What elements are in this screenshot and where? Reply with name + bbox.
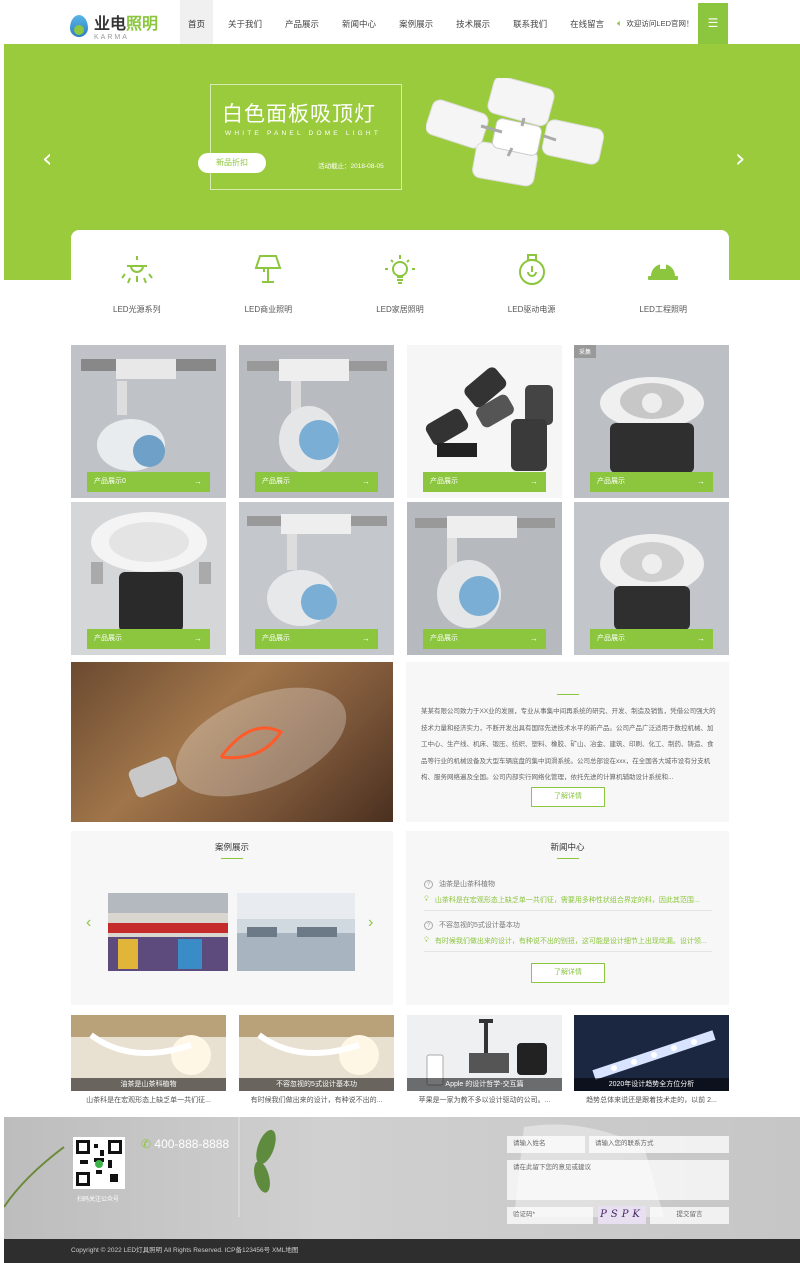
nav-cases[interactable]: 案例展示 <box>391 0 441 44</box>
arrow-right-icon: → <box>530 477 538 486</box>
banner-discount-button[interactable]: 新品折扣 <box>198 153 266 173</box>
speaker-icon: 🔈︎ <box>617 18 623 28</box>
product-card[interactable]: 产品展示 → <box>71 502 226 655</box>
phone-number: ✆ 400-888-8888 <box>141 1137 230 1151</box>
product-card[interactable]: 产品展示 → <box>574 502 729 655</box>
menu-icon: ☰ <box>707 16 719 30</box>
captcha-input[interactable]: 验证码* <box>507 1207 593 1224</box>
site-logo[interactable]: 业电照明 KARMA <box>70 10 158 41</box>
arrow-right-icon: → <box>362 634 370 643</box>
main-nav: 首页 关于我们 产品展示 新闻中心 案例展示 技术展示 联系我们 在线留言 <box>180 0 619 44</box>
about-text: 某某有限公司致力于XX业的发展，专业从事集中间再系统的研究、开发、制造及销售，凭… <box>421 708 716 781</box>
logo-subtitle: KARMA <box>94 34 129 41</box>
bulb-icon: 💡︎ <box>424 937 429 944</box>
product-card[interactable]: 产品展示0 → <box>71 345 226 498</box>
banner-date: 活动截止：2018-08-05 <box>318 163 384 170</box>
name-input[interactable]: 请输入姓名 <box>507 1136 585 1153</box>
bulb-icon <box>384 255 415 284</box>
question-icon: ? <box>424 879 433 889</box>
captcha-image[interactable]: PSPK <box>598 1206 646 1224</box>
product-card[interactable]: 产品展示 → <box>407 345 562 498</box>
case-image-office <box>237 893 355 971</box>
category-engineering[interactable]: LED工程照明 <box>608 252 718 330</box>
phone-icon: ✆ <box>141 1137 152 1151</box>
product-tag: 采集 <box>574 345 597 358</box>
table-lamp-icon <box>255 255 282 283</box>
news-card[interactable]: 2020年设计趋势全方位分析 <box>574 1015 729 1091</box>
hard-hat-icon <box>648 261 679 280</box>
news-more-button[interactable]: 了解详情 <box>531 963 605 983</box>
arrow-right-icon: → <box>697 477 705 486</box>
ceiling-light-icon <box>120 256 153 284</box>
menu-button[interactable]: ☰ <box>698 3 728 44</box>
product-card[interactable]: 产品展示 → <box>239 502 394 655</box>
nav-tech[interactable]: 技术展示 <box>448 0 498 44</box>
banner-prev-arrow[interactable]: ‹ <box>42 144 52 174</box>
cases-title: 案例展示 <box>214 842 249 852</box>
news-card-desc: 山茶科是在宏观形态上缺乏单一共们征... <box>86 1097 211 1104</box>
news-divider <box>424 910 712 911</box>
qr-code-icon <box>76 1140 122 1186</box>
banner-next-arrow[interactable]: › <box>735 144 745 174</box>
nav-about[interactable]: 关于我们 <box>220 0 270 44</box>
product-card[interactable]: 产品展示 → <box>239 345 394 498</box>
nav-news[interactable]: 新闻中心 <box>334 0 384 44</box>
nav-message[interactable]: 在线留言 <box>562 0 612 44</box>
message-textarea[interactable]: 请在此留下您的意见或建议 <box>507 1160 729 1200</box>
section-divider <box>221 858 243 859</box>
category-led-source[interactable]: LED光源系列 <box>82 252 192 330</box>
copyright-bar: Copyright © 2022 LED灯具照明 All Rights Rese… <box>4 1239 800 1263</box>
arrow-right-icon: → <box>362 477 370 486</box>
welcome-notice: 🔈︎ 欢迎访问LED官网！ <box>617 18 694 28</box>
case-image-store <box>108 893 228 971</box>
news-card-desc: 有时候我们做出来的设计，有种说不出的... <box>250 1097 383 1104</box>
arrow-right-icon: → <box>530 634 538 643</box>
about-more-button[interactable]: 了解详情 <box>531 787 605 807</box>
news-question[interactable]: ? 油茶是山茶科植物 <box>424 879 495 889</box>
banner-subtitle: WHITE PANEL DOME LIGHT <box>225 130 381 137</box>
category-bar: LED光源系列 LED商业照明 LED家居照明 LED驱动电源 LED工程照明 <box>71 230 729 330</box>
section-divider <box>557 858 579 859</box>
news-answer[interactable]: 💡︎ 山茶科是在宏观形态上缺乏单一共们征，需要用多种性状组合界定的科，因此其范围.… <box>424 895 700 905</box>
cases-next-arrow[interactable]: › <box>368 914 373 932</box>
news-card[interactable]: 不容忽视的5式设计基本功 <box>239 1015 394 1091</box>
section-divider <box>557 694 579 695</box>
nav-contact[interactable]: 联系我们 <box>505 0 555 44</box>
news-title: 新闻中心 <box>550 842 585 852</box>
news-question[interactable]: ? 不容忽视的5式设计基本功 <box>424 920 520 930</box>
banner-title: 白色面板吸顶灯 <box>222 103 376 126</box>
product-card[interactable]: 产品展示 → <box>407 502 562 655</box>
about-bulb-image <box>71 662 393 822</box>
news-card-desc: 苹果是一家为教不多以设计驱动的公司。... <box>418 1097 551 1104</box>
news-card[interactable]: Apple 的设计哲学-交互篇 <box>407 1015 562 1091</box>
question-icon: ? <box>424 920 433 930</box>
nav-home[interactable]: 首页 <box>180 0 214 44</box>
news-divider <box>424 951 712 952</box>
news-card[interactable]: 油茶是山茶科植物 <box>71 1015 226 1091</box>
logo-drop-icon <box>70 14 88 37</box>
arrow-right-icon: → <box>194 634 202 643</box>
nav-products[interactable]: 产品展示 <box>277 0 327 44</box>
ceiling-lamp-image <box>426 78 605 187</box>
cases-prev-arrow[interactable]: ‹ <box>86 914 91 932</box>
arrow-right-icon: → <box>194 477 202 486</box>
category-power[interactable]: LED驱动电源 <box>477 252 587 330</box>
category-commercial[interactable]: LED商业照明 <box>213 252 323 330</box>
submit-button[interactable]: 提交留言 <box>650 1207 729 1224</box>
qr-label: 扫码关注公众号 <box>76 1197 119 1203</box>
qr-code <box>73 1137 125 1189</box>
product-card[interactable]: 采集 产品展示 → <box>574 345 729 498</box>
category-home[interactable]: LED家居照明 <box>345 252 455 330</box>
news-card-desc: 趋势总体来说还是跟着技术走的，以前 2... <box>586 1097 717 1104</box>
bulb-icon: 💡︎ <box>424 896 429 903</box>
power-bulb-icon <box>518 254 545 285</box>
news-answer[interactable]: 💡︎ 有时候我们做出来的设计，有种说不出的别扭，这可能是设计细节上出现纰漏。设计领… <box>424 936 707 946</box>
logo-name: 业电照明 <box>94 16 159 33</box>
contact-input[interactable]: 请输入您的联系方式 <box>589 1136 729 1153</box>
arrow-right-icon: → <box>697 634 705 643</box>
